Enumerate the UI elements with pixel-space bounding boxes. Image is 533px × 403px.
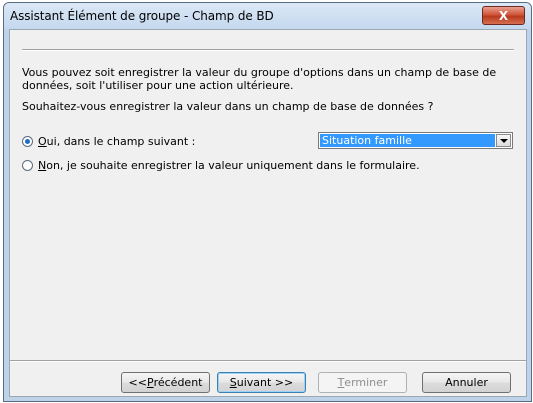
header-separator (22, 49, 514, 51)
finish-button[interactable]: Terminer (318, 372, 407, 393)
chevron-down-icon (499, 138, 508, 143)
close-icon: X (498, 8, 509, 23)
option-yes-label[interactable]: Oui, dans le champ suivant : (38, 135, 195, 148)
description-text: Vous pouvez soit enregistrer la valeur d… (22, 66, 497, 92)
radio-selected-dot (25, 139, 30, 144)
question-text: Souhaitez-vous enregistrer la valeur dan… (22, 100, 434, 113)
title-bar[interactable]: Assistant Élément de groupe - Champ de B… (4, 3, 531, 29)
close-button[interactable]: X (482, 6, 525, 25)
radio-yes[interactable] (22, 136, 33, 147)
cancel-button[interactable]: Annuler (422, 372, 511, 393)
next-button[interactable]: Suivant >> (217, 372, 306, 393)
option-no-label[interactable]: Non, je souhaite enregistrer la valeur u… (38, 159, 420, 172)
dialog-client-area: Vous pouvez soit enregistrer la valeur d… (9, 29, 527, 397)
option-no-row[interactable]: Non, je souhaite enregistrer la valeur u… (22, 159, 420, 172)
dialog-window: Assistant Élément de groupe - Champ de B… (3, 2, 532, 402)
dropdown-button[interactable] (496, 134, 511, 147)
previous-button[interactable]: << Précédent (121, 372, 210, 393)
option-yes-row[interactable]: Oui, dans le champ suivant : (22, 135, 195, 148)
radio-no[interactable] (22, 160, 33, 171)
database-field-select[interactable]: Situation famille (318, 132, 513, 149)
select-value[interactable]: Situation famille (320, 134, 495, 147)
window-title: Assistant Élément de groupe - Champ de B… (10, 9, 274, 23)
footer-separator (10, 360, 526, 362)
